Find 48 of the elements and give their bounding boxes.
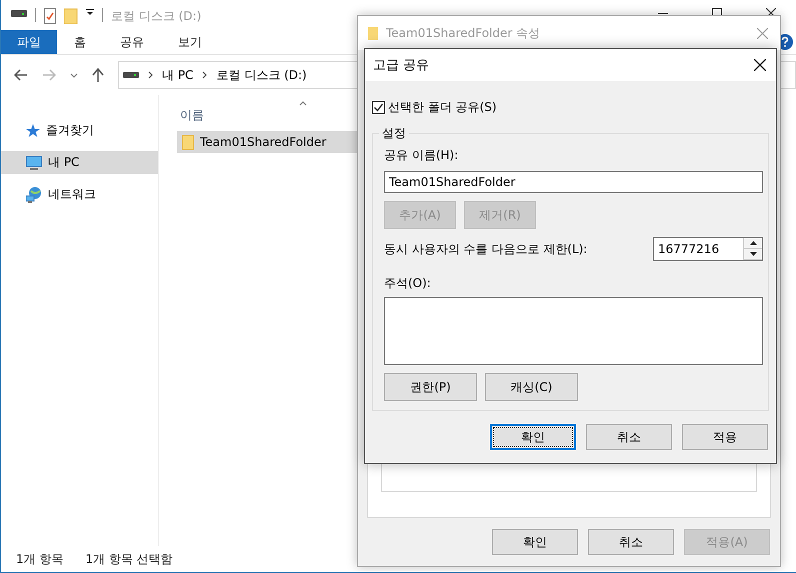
chevron-down-icon[interactable] [70,72,78,78]
comment-field[interactable] [384,297,763,365]
monitor-icon [26,156,42,170]
ribbon-tab[interactable]: 공유 [103,30,161,54]
star-icon [26,124,40,138]
share-checkbox[interactable]: 선택한 폴더 공유(S) [372,98,769,116]
share-name-field[interactable]: Team01SharedFolder [384,171,763,193]
dialog-button[interactable]: 확인 [490,424,576,450]
dialog-title: 고급 공유 [373,57,430,74]
ribbon-tab[interactable]: 보기 [161,30,219,54]
checklist-icon[interactable] [44,8,56,24]
folder-icon [368,26,378,40]
ribbon-tab[interactable]: 홈 [57,30,103,54]
dialog-button[interactable]: 취소 [588,529,674,555]
group-title: 설정 [379,125,409,142]
close-icon[interactable] [754,59,766,71]
network-icon [26,186,42,202]
action-button[interactable]: 권한(P) [384,373,477,401]
column-header[interactable]: 이름 [180,106,204,124]
user-limit-label: 동시 사용자의 수를 다음으로 제한(L): [384,240,588,258]
ribbon-tab[interactable]: 파일 [1,30,57,54]
dropdown-icon[interactable] [86,8,94,16]
status-text: 1개 항목 [16,550,64,568]
nav-item[interactable]: 네트워크 [1,183,158,206]
checkmark-icon [373,102,384,112]
chevron-right-icon[interactable] [202,71,208,79]
action-button[interactable]: 캐싱(C) [485,373,578,401]
dialog-title: Team01SharedFolder 속성 [386,24,540,42]
window-title: 로컬 디스크 (D:) [111,8,202,25]
folder-icon [182,134,194,150]
dialog-button[interactable]: 확인 [492,529,578,555]
share-name-label: 공유 이름(H): [384,147,460,164]
up-arrow-icon[interactable] [92,68,104,82]
comment-label: 주석(O): [384,275,432,292]
breadcrumb-item[interactable]: 로컬 디스크 (D:) [216,66,307,84]
dialog-button[interactable]: 적용 [682,424,768,450]
drive-icon [123,71,139,79]
chevron-right-icon[interactable] [148,71,153,79]
dialog-button[interactable]: 취소 [586,424,672,450]
status-text: 1개 항목 선택함 [85,550,173,568]
sort-caret-icon [299,101,307,106]
user-limit-spinner[interactable]: 16777216 [653,237,763,261]
drive-icon[interactable] [11,8,27,18]
file-row[interactable]: Team01SharedFolder [177,131,357,153]
breadcrumb-item[interactable]: 내 PC [162,66,194,84]
nav-item[interactable]: 즐겨찾기 [1,119,158,142]
nav-item[interactable]: 내 PC [1,151,158,174]
back-arrow-icon[interactable] [14,69,28,81]
